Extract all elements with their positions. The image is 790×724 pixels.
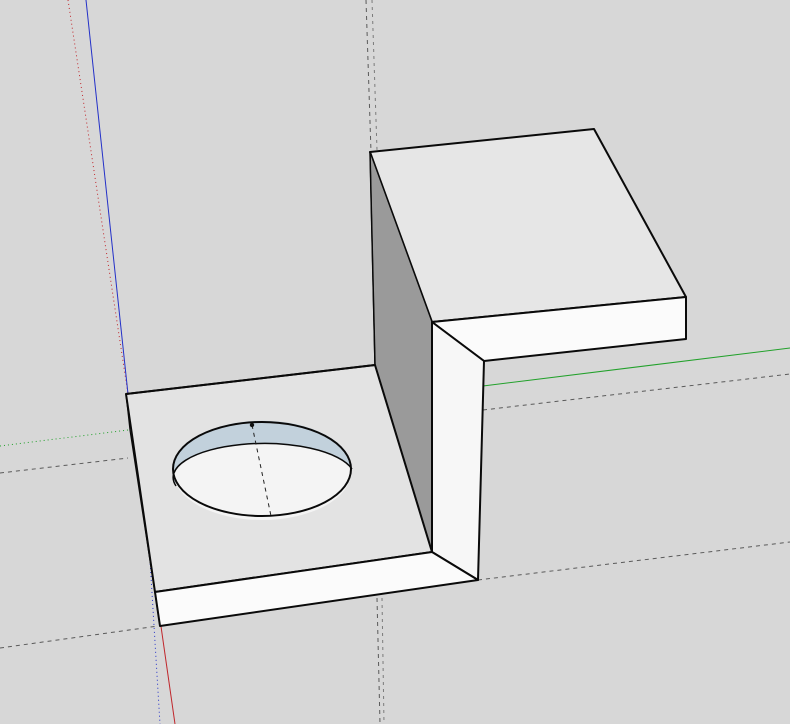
modeling-viewport[interactable] bbox=[0, 0, 790, 724]
web-front-face[interactable] bbox=[431, 321, 485, 581]
through-hole[interactable] bbox=[172, 420, 353, 520]
point-icon[interactable] bbox=[249, 422, 255, 428]
scene-canvas[interactable] bbox=[0, 0, 790, 724]
